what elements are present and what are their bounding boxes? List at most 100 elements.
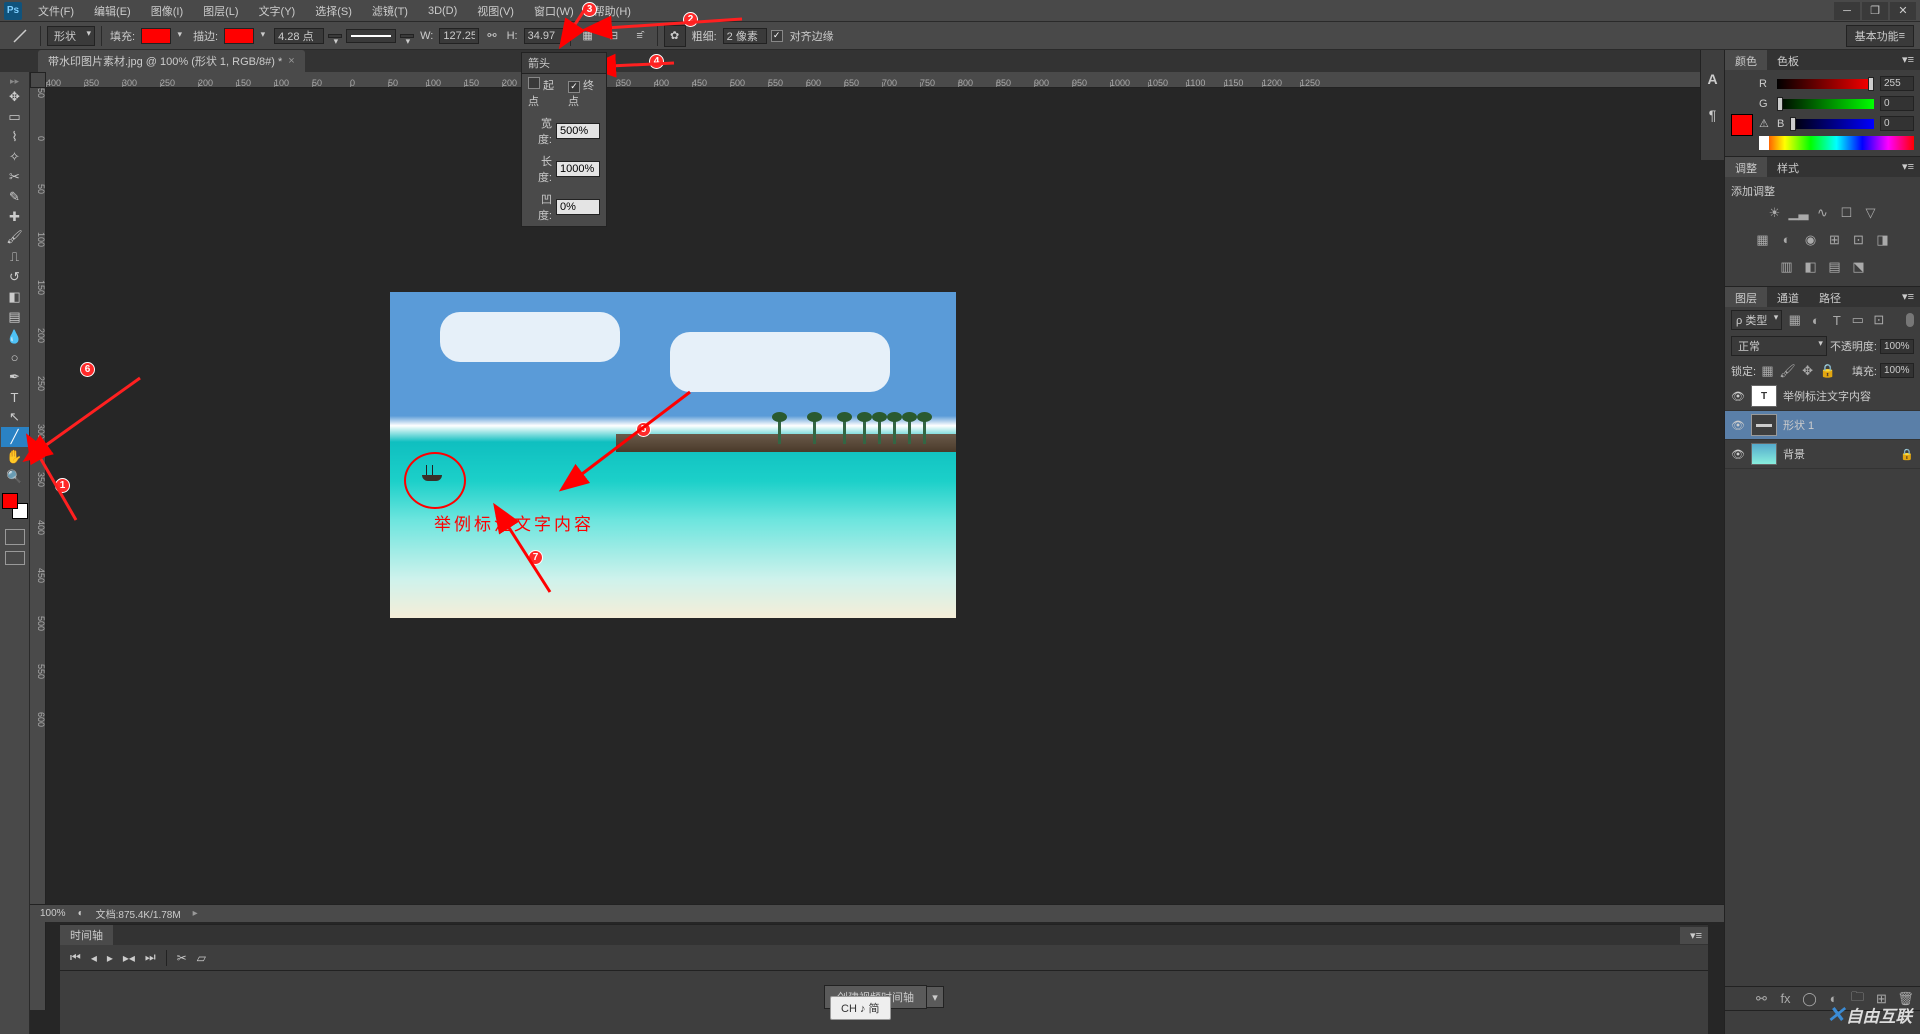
toolbar-collapse[interactable]: ▸▸ — [0, 76, 29, 87]
type-tool[interactable]: T — [1, 387, 29, 407]
marquee-tool[interactable]: ▭ — [1, 107, 29, 127]
adj-curves-icon[interactable]: ∿ — [1814, 204, 1831, 221]
r-slider[interactable] — [1777, 79, 1874, 89]
brush-tool[interactable]: 🖌 — [1, 227, 29, 247]
adj-bw-icon[interactable]: ◐ — [1778, 231, 1795, 248]
history-brush-tool[interactable]: ↺ — [1, 267, 29, 287]
adj-poster-icon[interactable]: ▥ — [1778, 258, 1795, 275]
timeline-transition-icon[interactable]: ▱ — [197, 951, 206, 965]
menu-window[interactable]: 窗口(W) — [524, 1, 584, 21]
tool-settings-gear[interactable]: ✿ — [664, 25, 686, 47]
r-input[interactable] — [1880, 76, 1914, 91]
timeline-play[interactable]: ▸ — [107, 951, 113, 965]
adjust-tab[interactable]: 调整 — [1725, 157, 1767, 177]
stroke-color-swatch[interactable] — [224, 28, 254, 44]
menu-image[interactable]: 图像(I) — [141, 1, 193, 21]
timeline-menu-icon[interactable]: ▾≡ — [1680, 927, 1708, 944]
path-ops-button[interactable]: ▦ — [577, 25, 599, 47]
layer-fx-icon[interactable]: fx — [1777, 990, 1794, 1007]
fill-opacity-input[interactable] — [1880, 363, 1914, 378]
lock-trans-icon[interactable]: ▦ — [1759, 362, 1776, 379]
link-layers-icon[interactable]: ⚯ — [1753, 990, 1770, 1007]
lock-all-icon[interactable]: 🔒 — [1819, 362, 1836, 379]
visibility-icon[interactable]: 👁 — [1731, 448, 1745, 461]
align-edges-checkbox[interactable] — [771, 30, 783, 42]
stamp-tool[interactable]: ⎍ — [1, 247, 29, 267]
timeline-last[interactable]: ⏭ — [145, 950, 156, 965]
arrange-button[interactable]: ≡̂ — [629, 25, 651, 47]
hand-tool[interactable]: ✋ — [1, 447, 29, 467]
timeline-tab[interactable]: 时间轴 — [60, 925, 113, 945]
layer-row[interactable]: 👁 T 举例标注文字内容 — [1725, 382, 1920, 411]
arrow-end-checkbox[interactable] — [568, 81, 580, 93]
layer-mask-icon[interactable]: ◯ — [1801, 990, 1818, 1007]
tab-close-icon[interactable]: × — [288, 55, 294, 67]
b-slider[interactable] — [1790, 119, 1874, 129]
adj-invert-icon[interactable]: ◨ — [1874, 231, 1891, 248]
layer-filter-select[interactable]: ρ 类型 — [1731, 310, 1782, 330]
adjust-panel-menu[interactable]: ▾≡ — [1896, 157, 1920, 177]
menu-view[interactable]: 视图(V) — [467, 1, 524, 21]
timeline-prev[interactable]: ◂ — [91, 951, 97, 965]
width-input[interactable] — [439, 28, 479, 44]
filter-adjust-icon[interactable]: ◐ — [1807, 312, 1824, 329]
zoom-slider-icon[interactable]: ◐ — [78, 908, 84, 919]
adj-grad-icon[interactable]: ▤ — [1826, 258, 1843, 275]
layer-name[interactable]: 背景 — [1783, 446, 1805, 462]
layer-row[interactable]: 👁 形状 1 — [1725, 411, 1920, 440]
visibility-icon[interactable]: 👁 — [1731, 419, 1745, 432]
stroke-style-select[interactable] — [346, 29, 396, 43]
tool-mode-select[interactable]: 形状 — [47, 26, 95, 46]
layer-filter-toggle[interactable] — [1906, 313, 1914, 327]
create-video-timeline-dd[interactable]: ▾ — [926, 986, 944, 1008]
weight-input[interactable] — [723, 28, 767, 44]
stroke-style-dd[interactable] — [400, 34, 414, 38]
filter-text-icon[interactable]: T — [1828, 312, 1845, 329]
adj-vibrance-icon[interactable]: ▽ — [1862, 204, 1879, 221]
color-tab[interactable]: 颜色 — [1725, 50, 1767, 70]
layer-name[interactable]: 形状 1 — [1783, 417, 1814, 433]
window-maximize[interactable]: ❐ — [1862, 2, 1888, 20]
menu-text[interactable]: 文字(Y) — [249, 1, 306, 21]
gradient-tool[interactable]: ▤ — [1, 307, 29, 327]
menu-file[interactable]: 文件(F) — [28, 1, 84, 21]
lock-paint-icon[interactable]: 🖌 — [1779, 362, 1796, 379]
window-close[interactable]: ✕ — [1890, 2, 1916, 20]
timeline-first[interactable]: ⏮ — [70, 950, 81, 965]
status-menu-arrow[interactable]: ▸ — [193, 908, 198, 919]
color-foreground-background[interactable] — [2, 493, 28, 519]
filter-pixel-icon[interactable]: ▦ — [1786, 312, 1803, 329]
channels-tab[interactable]: 通道 — [1767, 287, 1809, 307]
workspace-switcher[interactable]: 基本功能 ≡ — [1846, 25, 1914, 47]
timeline-next[interactable]: ▸◂ — [123, 951, 135, 965]
healing-tool[interactable]: ✚ — [1, 207, 29, 227]
lock-pos-icon[interactable]: ✥ — [1799, 362, 1816, 379]
stroke-width-input[interactable] — [274, 28, 324, 44]
zoom-tool[interactable]: 🔍 — [1, 467, 29, 487]
color-panel-menu[interactable]: ▾≡ — [1896, 50, 1920, 70]
timeline-cut-icon[interactable]: ✂ — [177, 951, 187, 965]
adj-brightness-icon[interactable]: ☀ — [1766, 204, 1783, 221]
styles-tab[interactable]: 样式 — [1767, 157, 1809, 177]
swatches-tab[interactable]: 色板 — [1767, 50, 1809, 70]
link-icon[interactable]: ⚯ — [483, 29, 500, 42]
pen-tool[interactable]: ✒ — [1, 367, 29, 387]
ruler-vertical[interactable]: 50050100150200250300350400450500550600 — [30, 88, 46, 1010]
layer-name[interactable]: 举例标注文字内容 — [1783, 388, 1871, 404]
arrow-start-checkbox[interactable] — [528, 77, 540, 89]
character-panel-icon[interactable]: A — [1704, 70, 1722, 88]
menu-edit[interactable]: 编辑(E) — [84, 1, 141, 21]
arrow-width-input[interactable] — [556, 123, 600, 139]
move-tool[interactable]: ✥ — [1, 87, 29, 107]
canvas-area[interactable]: 4003503002502001501005005010015020025030… — [30, 72, 1920, 1034]
layer-row[interactable]: 👁 背景 🔒 — [1725, 440, 1920, 469]
opacity-input[interactable] — [1880, 339, 1914, 354]
current-tool-icon[interactable] — [6, 25, 34, 47]
adj-select-icon[interactable]: ⬔ — [1850, 258, 1867, 275]
arrow-concav-input[interactable] — [556, 199, 600, 215]
b-input[interactable] — [1880, 116, 1914, 131]
ruler-origin[interactable] — [30, 72, 46, 88]
adj-hue-icon[interactable]: ▦ — [1754, 231, 1771, 248]
adj-exposure-icon[interactable]: ☐ — [1838, 204, 1855, 221]
crop-tool[interactable]: ✂ — [1, 167, 29, 187]
